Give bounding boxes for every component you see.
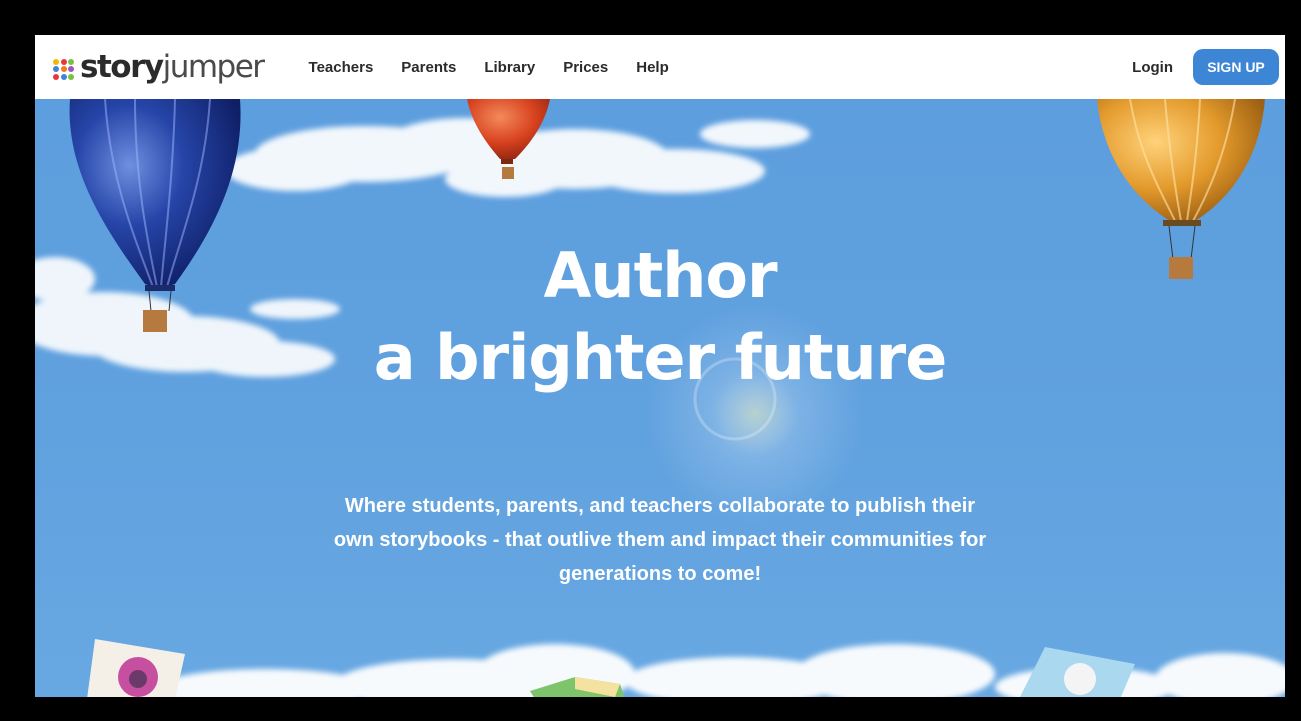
sign-up-button[interactable]: SIGN UP	[1193, 49, 1279, 85]
hero-subtitle: Where students, parents, and teachers co…	[333, 495, 987, 585]
logo-dots-icon	[53, 58, 74, 80]
logo-dot	[68, 73, 74, 80]
logo-dot	[60, 58, 67, 65]
logo-dot	[53, 58, 59, 65]
nav-link-teachers[interactable]: Teachers	[309, 59, 374, 76]
login-link[interactable]: Login	[1132, 59, 1173, 76]
logo-jumper-text: jumper	[162, 48, 265, 85]
nav-actions: Login SIGN UP	[1132, 49, 1279, 85]
logo-wordmark: storyjumper	[80, 48, 265, 85]
logo-dot	[60, 66, 67, 72]
hero-headline-line2: a brighter future	[373, 321, 948, 394]
nav-link-help[interactable]: Help	[636, 59, 669, 76]
nav-link-prices[interactable]: Prices	[563, 59, 608, 76]
logo-dot	[68, 58, 74, 65]
top-navigation: storyjumper Teachers Parents Library Pri…	[35, 35, 1285, 99]
nav-link-parents[interactable]: Parents	[401, 59, 456, 76]
storyjumper-logo[interactable]: storyjumper	[53, 47, 265, 87]
nav-link-library[interactable]: Library	[484, 59, 535, 76]
sky-scene-illustration	[35, 99, 1285, 697]
logo-dot	[68, 66, 74, 72]
hero-section: Author a brighter future Where students,…	[35, 99, 1285, 697]
browser-viewport: storyjumper Teachers Parents Library Pri…	[35, 35, 1285, 697]
storybook-cover-left	[87, 639, 185, 697]
logo-dot	[53, 66, 59, 72]
storybook-cover-right	[1020, 647, 1135, 697]
logo-dot	[53, 73, 59, 80]
logo-dot	[60, 73, 67, 80]
hero-headline-line1: Author	[543, 239, 777, 312]
logo-story-text: story	[80, 48, 164, 85]
nav-links: Teachers Parents Library Prices Help	[309, 59, 669, 76]
